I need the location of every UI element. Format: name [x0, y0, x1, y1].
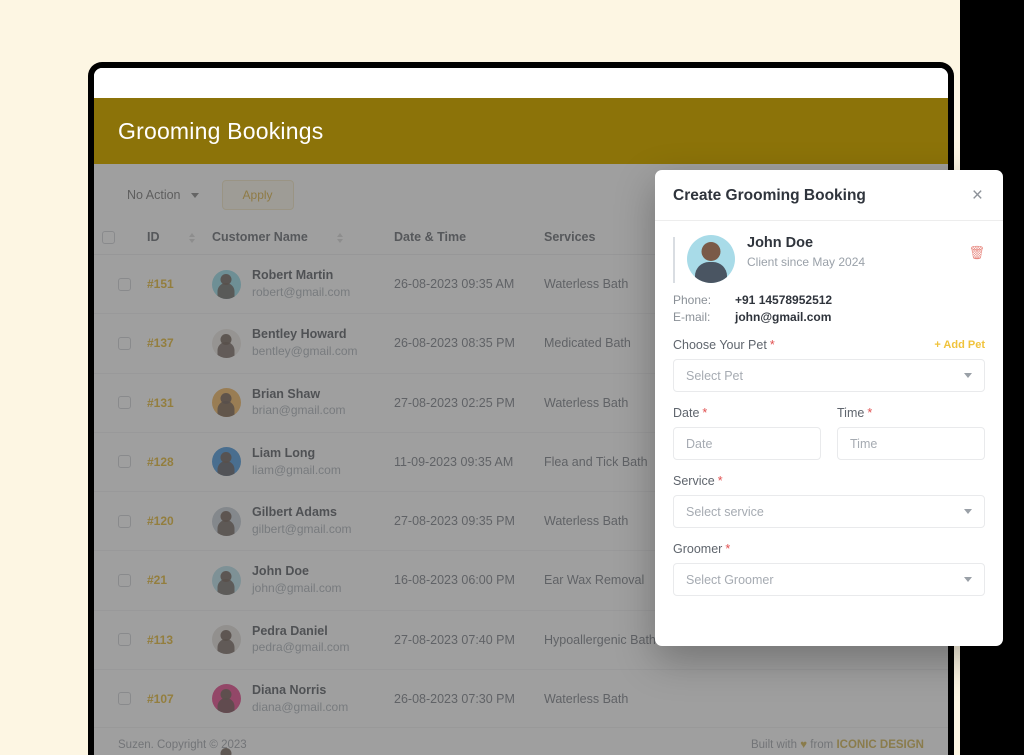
- groomer-label-text: Groomer: [673, 542, 723, 556]
- client-since: Client since May 2024: [747, 255, 866, 269]
- pet-select-value: Select Pet: [686, 368, 743, 383]
- email-value: john@gmail.com: [735, 310, 832, 324]
- pet-label-row: Choose Your Pet * + Add Pet: [673, 338, 985, 352]
- service-label: Service *: [673, 474, 985, 488]
- time-input[interactable]: Time: [837, 427, 985, 460]
- phone-label: Phone:: [673, 293, 712, 307]
- add-pet-link[interactable]: + Add Pet: [934, 339, 985, 351]
- required-asterisk: *: [717, 474, 723, 488]
- create-booking-modal: Create Grooming Booking × John Doe Clien…: [655, 170, 1003, 646]
- client-contact: Phone: +91 14578952512 E-mail: john@gmai…: [673, 293, 985, 324]
- client-summary: John Doe Client since May 2024 🗑: [673, 235, 985, 283]
- pet-label: Choose Your Pet *: [673, 338, 775, 352]
- chevron-down-icon: [964, 577, 972, 582]
- date-input-value: Date: [686, 436, 713, 451]
- field-date: Date * Date: [673, 406, 821, 460]
- pet-select[interactable]: Select Pet: [673, 359, 985, 392]
- modal-header: Create Grooming Booking ×: [655, 170, 1003, 221]
- service-select[interactable]: Select service: [673, 495, 985, 528]
- modal-title: Create Grooming Booking: [673, 186, 866, 204]
- page-header: Grooming Bookings: [94, 98, 948, 164]
- field-group-service: Service * Select service: [673, 474, 985, 528]
- field-group-groomer: Groomer * Select Groomer: [673, 542, 985, 596]
- close-icon[interactable]: ×: [970, 186, 985, 205]
- avatar: [687, 235, 735, 283]
- page-topbar: [94, 68, 948, 98]
- chevron-down-icon: [964, 509, 972, 514]
- required-asterisk: *: [769, 338, 775, 352]
- service-select-value: Select service: [686, 504, 764, 519]
- time-label-text: Time: [837, 406, 865, 420]
- chevron-down-icon: [964, 373, 972, 378]
- trash-icon[interactable]: 🗑: [968, 245, 985, 261]
- client-name: John Doe: [747, 235, 814, 251]
- modal-body: John Doe Client since May 2024 🗑 Phone: …: [655, 221, 1003, 646]
- date-label: Date *: [673, 406, 821, 420]
- groomer-select[interactable]: Select Groomer: [673, 563, 985, 596]
- groomer-label: Groomer *: [673, 542, 985, 556]
- service-label-text: Service: [673, 474, 715, 488]
- time-input-value: Time: [850, 436, 878, 451]
- required-asterisk: *: [725, 542, 731, 556]
- groomer-select-value: Select Groomer: [686, 572, 774, 587]
- screenshot-stage: Grooming Bookings No Action Apply: [0, 0, 1024, 755]
- accent-bar: [673, 237, 675, 283]
- date-input[interactable]: Date: [673, 427, 821, 460]
- phone-value: +91 14578952512: [735, 293, 833, 307]
- phone-row: Phone: +91 14578952512: [673, 293, 985, 307]
- date-label-text: Date: [673, 406, 700, 420]
- required-asterisk: *: [867, 406, 873, 420]
- page-title: Grooming Bookings: [118, 117, 324, 144]
- required-asterisk: *: [702, 406, 708, 420]
- field-group-datetime: Date * Date Time * Time: [673, 406, 985, 460]
- pet-label-text: Choose Your Pet: [673, 338, 767, 352]
- email-row: E-mail: john@gmail.com: [673, 310, 985, 324]
- time-label: Time *: [837, 406, 985, 420]
- email-label: E-mail:: [673, 310, 711, 324]
- field-group-pet: Choose Your Pet * + Add Pet Select Pet: [673, 338, 985, 392]
- field-time: Time * Time: [837, 406, 985, 460]
